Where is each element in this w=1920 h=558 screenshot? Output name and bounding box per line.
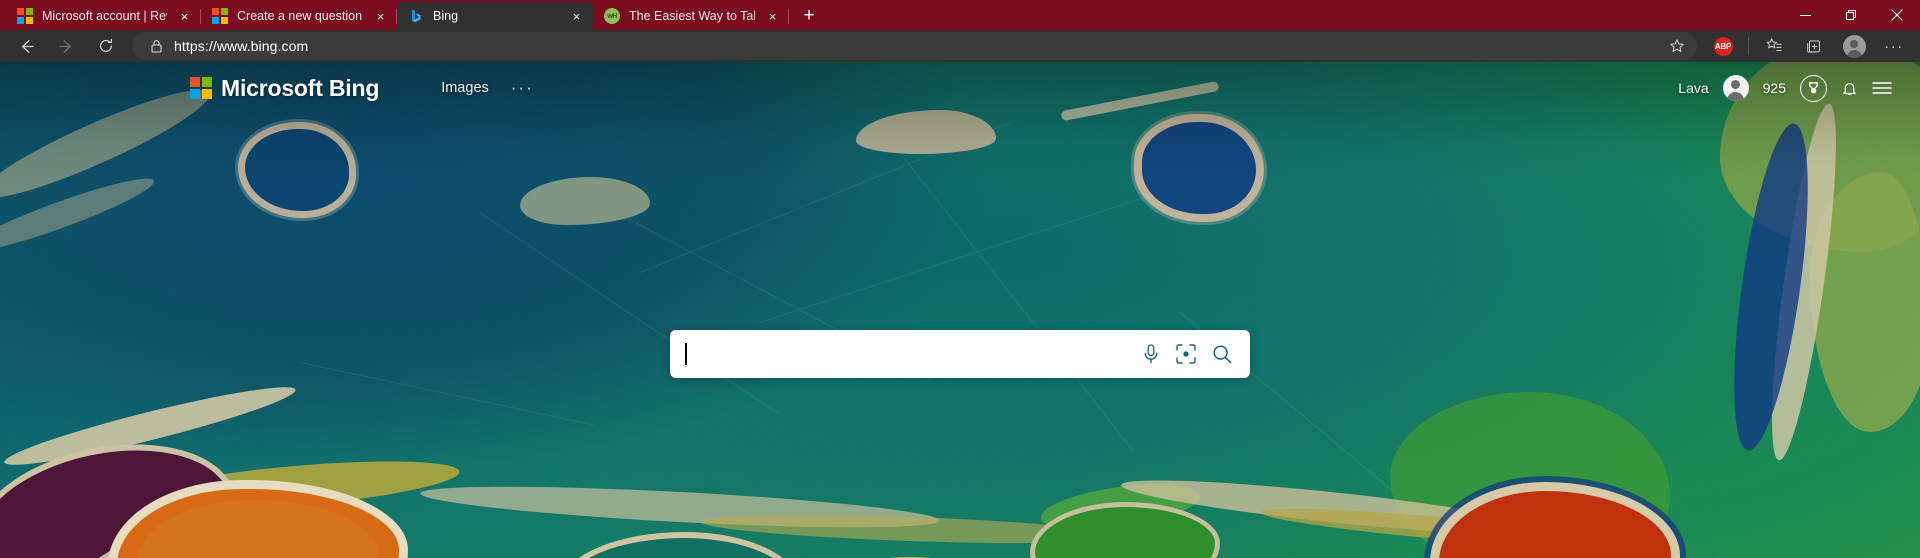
microphone-icon[interactable] <box>1141 343 1161 365</box>
browser-tab-create-question[interactable]: Create a new question or start a × <box>201 2 397 30</box>
wikihow-icon: wH <box>604 8 620 24</box>
bing-nav: Images ··· <box>441 78 534 98</box>
search-box-icons <box>1141 343 1239 365</box>
bing-search-box[interactable] <box>670 330 1250 378</box>
search-icon[interactable] <box>1211 343 1233 365</box>
close-icon[interactable]: × <box>176 8 193 25</box>
collections-button[interactable] <box>1794 31 1834 61</box>
microsoft-logo-icon <box>212 8 228 24</box>
bing-nav-more-icon[interactable]: ··· <box>511 78 534 98</box>
bing-logo-icon <box>408 8 424 24</box>
bing-header-right: Lava 925 <box>1678 74 1892 102</box>
tab-title: Bing <box>433 9 459 23</box>
new-tab-button[interactable]: + <box>793 2 825 30</box>
maximize-icon[interactable] <box>1828 0 1874 30</box>
tab-title: The Easiest Way to Take a Screen <box>629 9 755 23</box>
hamburger-menu-icon[interactable] <box>1872 80 1892 96</box>
bing-logo[interactable]: Microsoft Bing <box>190 75 379 102</box>
bing-search-area <box>0 330 1920 378</box>
browser-tab-wikihow[interactable]: wH The Easiest Way to Take a Screen × <box>593 2 789 30</box>
address-bar[interactable]: https://www.bing.com <box>132 32 1697 60</box>
close-icon[interactable]: × <box>568 8 585 25</box>
tab-title: Microsoft account | Rewards Das <box>42 9 167 23</box>
browser-toolbar: https://www.bing.com ABP ··· <box>0 30 1920 62</box>
bing-header: Microsoft Bing Images ··· Lava 925 <box>0 62 1920 114</box>
search-input[interactable] <box>686 331 1141 377</box>
browser-tab-bing[interactable]: Bing × <box>397 2 593 30</box>
window-controls <box>1782 0 1920 30</box>
tab-title: Create a new question or start a <box>237 9 363 23</box>
close-icon[interactable] <box>1874 0 1920 30</box>
address-bar-actions <box>1663 34 1691 58</box>
minimize-icon[interactable] <box>1782 0 1828 30</box>
background-image-salt-ponds <box>0 62 1920 558</box>
bing-nav-images[interactable]: Images <box>441 80 489 96</box>
favorites-button[interactable] <box>1754 31 1794 61</box>
microsoft-logo-icon <box>190 77 212 99</box>
url-text: https://www.bing.com <box>174 38 309 54</box>
visual-search-camera-icon[interactable] <box>1175 343 1197 365</box>
back-button[interactable] <box>6 31 46 61</box>
rewards-medal-icon[interactable] <box>1800 74 1827 102</box>
add-favorite-icon[interactable] <box>1663 34 1691 58</box>
profile-button[interactable] <box>1834 31 1874 61</box>
toolbar-divider <box>1748 37 1749 55</box>
bing-homepage: Microsoft Bing Images ··· Lava 925 <box>0 62 1920 558</box>
wikihow-icon-text: wH <box>604 8 620 24</box>
avatar <box>1842 34 1866 58</box>
tab-strip: Microsoft account | Rewards Das × Create… <box>0 0 825 30</box>
user-avatar[interactable] <box>1722 75 1749 101</box>
close-icon[interactable]: × <box>372 8 389 25</box>
notifications-bell-icon[interactable] <box>1841 80 1858 97</box>
rewards-points: 925 <box>1762 80 1786 96</box>
user-name: Lava <box>1678 80 1709 96</box>
bing-wordmark: Microsoft Bing <box>221 74 380 101</box>
settings-and-more-button[interactable]: ··· <box>1874 31 1914 61</box>
close-icon[interactable]: × <box>764 8 781 25</box>
microsoft-logo-icon <box>17 8 33 24</box>
abp-extension-button[interactable]: ABP <box>1703 31 1743 61</box>
browser-tab-microsoft-account[interactable]: Microsoft account | Rewards Das × <box>6 2 201 30</box>
avatar-circle <box>1842 34 1866 58</box>
abp-icon: ABP <box>1713 36 1733 56</box>
title-bar: Microsoft account | Rewards Das × Create… <box>0 0 1920 30</box>
lock-icon <box>146 39 166 53</box>
forward-button[interactable] <box>46 31 86 61</box>
refresh-button[interactable] <box>86 31 126 61</box>
